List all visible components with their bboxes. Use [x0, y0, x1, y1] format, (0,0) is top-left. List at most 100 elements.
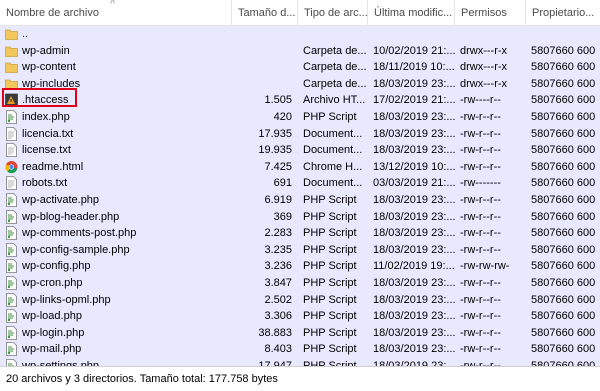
file-row[interactable]: wp-activate.php 6.919 PHP Script 18/03/2019… [0, 192, 600, 209]
file-size: 6.919 [264, 194, 292, 206]
file-size [232, 26, 294, 43]
file-type: PHP Script [303, 111, 357, 123]
php-file-icon [5, 359, 18, 366]
file-row[interactable]: .. [0, 26, 600, 43]
file-size: 3.847 [264, 277, 292, 289]
file-size: 2.283 [264, 227, 292, 240]
file-row[interactable]: .htaccess 1.505 Archivo HT... 17/02/2019 21… [0, 92, 600, 109]
file-permissions: -rw-r--r-- [460, 227, 501, 240]
file-modified: 17/02/2019 21:... [373, 94, 455, 107]
file-name: readme.html [22, 160, 84, 173]
column-header-permissions[interactable]: Permisos [455, 0, 526, 26]
file-permissions: -rw-r--r-- [460, 160, 501, 173]
file-name: index.php [22, 111, 70, 123]
file-type: Chrome H... [303, 160, 363, 173]
php-file-icon [5, 325, 18, 340]
file-type: PHP Script [303, 293, 357, 306]
file-owner: 5807660 600 [531, 360, 596, 366]
file-row[interactable]: wp-load.php 3.306 PHP Script 18/03/2019 23:… [0, 308, 600, 325]
column-header-owner[interactable]: Propietario... [526, 0, 600, 26]
file-size: 7.425 [264, 160, 292, 173]
file-name: wp-admin [22, 44, 70, 57]
file-row[interactable]: wp-admin Carpeta de... 10/02/2019 21:... dr… [0, 43, 600, 60]
file-name: wp-comments-post.php [22, 227, 137, 240]
file-row[interactable]: wp-links-opml.php 2.502 PHP Script 18/03/20… [0, 292, 600, 309]
file-modified: 18/03/2019 23:... [373, 111, 455, 123]
file-permissions: -rw-rw-rw- [460, 260, 510, 273]
column-header-type[interactable]: Tipo de arc... [298, 0, 368, 26]
folder-icon [5, 44, 18, 58]
file-name: wp-content [22, 61, 76, 74]
file-size: 3.235 [264, 243, 292, 256]
file-modified: 13/12/2019 10:... [373, 160, 455, 173]
file-row[interactable]: wp-blog-header.php 369 PHP Script 18/03/201… [0, 209, 600, 226]
file-size: 3.306 [264, 310, 292, 323]
sort-ascending-icon: ^ [110, 0, 116, 10]
file-permissions: -rw-r--r-- [460, 293, 501, 306]
file-permissions: -rw----r-- [460, 94, 501, 107]
file-type: Document... [303, 127, 363, 140]
file-permissions: drwx---r-x [460, 44, 508, 57]
php-file-icon [5, 342, 18, 357]
file-row[interactable]: wp-config-sample.php 3.235 PHP Script 18/03… [0, 242, 600, 259]
file-row[interactable]: wp-config.php 3.236 PHP Script 11/02/2019 1… [0, 258, 600, 275]
file-modified: 18/03/2019 23:... [373, 360, 455, 366]
file-row[interactable]: wp-content Carpeta de... 18/11/2019 10:...… [0, 59, 600, 76]
file-row[interactable]: wp-comments-post.php 2.283 PHP Script 18/03… [0, 225, 600, 242]
file-name: licencia.txt [22, 127, 74, 140]
file-row[interactable]: readme.html 7.425 Chrome H... 13/12/2019 10… [0, 159, 600, 176]
file-permissions: -rw-r--r-- [460, 127, 501, 140]
text-file-icon [5, 143, 18, 158]
file-size [232, 43, 294, 60]
file-owner: 5807660 600 [531, 160, 596, 173]
file-row[interactable]: wp-settings.php 17.947 PHP Script 18/03/201… [0, 358, 600, 366]
file-owner: 5807660 600 [531, 61, 596, 74]
status-text: 20 archivos y 3 directorios. Tamaño tota… [6, 373, 278, 385]
file-row[interactable]: robots.txt 691 Document... 03/03/2019 21:..… [0, 175, 600, 192]
file-permissions [460, 26, 526, 43]
file-modified: 18/03/2019 23:... [373, 310, 455, 323]
file-owner: 5807660 600 [531, 260, 596, 273]
file-permissions: -rw------- [460, 177, 501, 190]
php-file-icon [5, 259, 18, 274]
file-row[interactable]: index.php 420 PHP Script 18/03/2019 23:... -… [0, 109, 600, 126]
file-type: Document... [303, 177, 363, 190]
file-modified: 18/03/2019 23:... [373, 227, 455, 240]
file-size: 17.935 [258, 127, 292, 140]
file-owner: 5807660 600 [531, 277, 596, 289]
file-owner: 5807660 600 [531, 94, 596, 107]
folder-icon [5, 27, 18, 41]
column-header-modified[interactable]: Última modific... [368, 0, 455, 26]
file-modified: 18/03/2019 23:... [373, 343, 455, 356]
file-type: PHP Script [303, 343, 357, 356]
file-row[interactable]: wp-cron.php 3.847 PHP Script 18/03/2019 23:… [0, 275, 600, 292]
php-file-icon [5, 110, 18, 124]
file-size: 38.883 [258, 326, 292, 339]
file-row[interactable]: wp-includes Carpeta de... 18/03/2019 23:..… [0, 76, 600, 93]
file-permissions: -rw-r--r-- [460, 111, 501, 123]
file-modified: 18/03/2019 23:... [373, 127, 455, 140]
file-name: wp-activate.php [22, 194, 100, 206]
file-permissions: drwx---r-x [460, 77, 508, 90]
folder-icon [5, 60, 18, 74]
file-name: wp-load.php [22, 310, 82, 323]
file-owner: 5807660 600 [531, 310, 596, 323]
text-file-icon [5, 126, 18, 141]
file-owner: 5807660 600 [531, 343, 596, 356]
file-row[interactable]: licencia.txt 17.935 Document... 18/03/2019 … [0, 126, 600, 143]
file-size: 8.403 [264, 343, 292, 356]
file-row[interactable]: wp-login.php 38.883 PHP Script 18/03/2019 2… [0, 325, 600, 342]
file-type [303, 26, 367, 43]
column-header-size[interactable]: Tamaño d... [232, 0, 298, 26]
file-row[interactable]: license.txt 19.935 Document... 18/03/2019 2… [0, 142, 600, 159]
file-modified: 18/03/2019 23:... [373, 210, 455, 223]
file-name: wp-login.php [22, 326, 85, 339]
file-row[interactable]: wp-mail.php 8.403 PHP Script 18/03/2019 23:… [0, 341, 600, 358]
file-name: .. [22, 28, 29, 40]
file-size: 420 [273, 111, 292, 123]
file-owner: 5807660 600 [531, 227, 596, 240]
file-name: wp-config.php [22, 260, 91, 273]
file-size: 19.935 [258, 144, 292, 157]
php-file-icon [5, 276, 18, 290]
file-owner: 5807660 600 [531, 144, 596, 157]
